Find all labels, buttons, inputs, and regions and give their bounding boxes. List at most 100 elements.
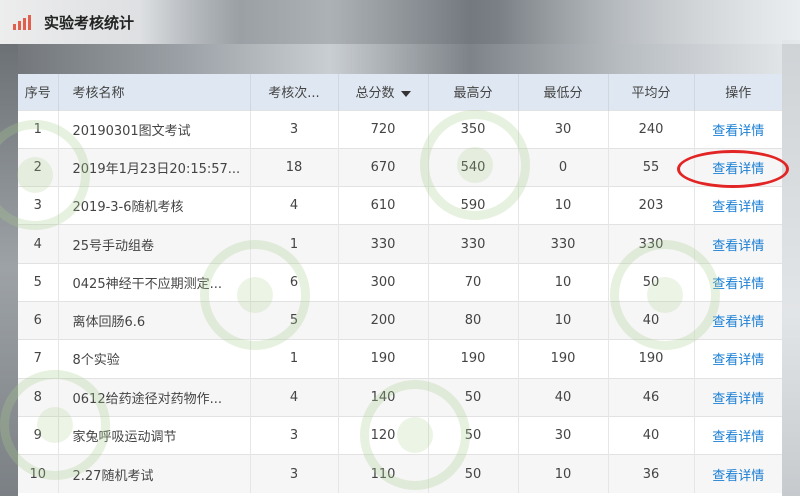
cell-max: 350 [428,110,519,149]
cell-total: 610 [338,186,429,225]
cell-total: 670 [338,148,429,187]
cell-max: 50 [428,378,519,417]
cell-max: 50 [428,416,519,455]
view-details-link[interactable]: 查看详情 [712,277,764,292]
cell-avg: 46 [608,378,695,417]
column-header-no[interactable]: 序号 [18,74,59,110]
cell-count: 4 [250,186,339,225]
page-title: 实验考核统计 [44,13,135,32]
view-details-link[interactable]: 查看详情 [712,239,764,254]
cell-name: 家兔呼吸运动调节 [58,416,251,455]
cell-name: 0612给药途径对药物作... [58,378,251,417]
view-details-link[interactable]: 查看详情 [712,469,764,484]
cell-avg: 240 [608,110,695,149]
table-row: 4 25号手动组卷 1 330 330 330 330 查看详情 [18,224,782,264]
cell-name: 2019年1月23日20:15:57... [58,148,251,187]
view-details-link[interactable]: 查看详情 [712,124,764,139]
cell-total: 300 [338,263,429,302]
page-header: 实验考核统计 [0,0,800,44]
column-header-avg[interactable]: 平均分 [608,74,695,110]
cell-count: 6 [250,263,339,302]
sort-desc-icon[interactable] [400,90,411,97]
bar-chart-icon [12,13,34,31]
cell-total: 110 [338,454,429,493]
cell-min: 10 [518,301,609,340]
cell-count: 1 [250,339,339,379]
cell-total: 200 [338,301,429,340]
cell-name: 0425神经干不应期测定... [58,263,251,302]
table-header-row: 序号 考核名称 考核次... 总分数 最高分 最低分 平均分 操作 [18,74,782,110]
column-header-total[interactable]: 总分数 [338,74,429,110]
cell-avg: 36 [608,454,695,493]
cell-no: 5 [18,263,59,302]
cell-action: 查看详情 [694,110,782,148]
cell-no: 3 [18,186,59,225]
cell-avg: 50 [608,263,695,302]
column-header-max[interactable]: 最高分 [428,74,519,110]
cell-total: 720 [338,110,429,149]
table-row: 9 家兔呼吸运动调节 3 120 50 30 40 查看详情 [18,416,782,455]
cell-action: 查看详情 [694,301,782,339]
table-row: 8 0612给药途径对药物作... 4 140 50 40 46 查看详情 [18,378,782,417]
cell-avg: 203 [608,186,695,225]
view-details-link[interactable]: 查看详情 [712,315,764,330]
view-details-link[interactable]: 查看详情 [712,162,764,177]
cell-min: 30 [518,110,609,149]
cell-no: 6 [18,301,59,340]
stats-table: 序号 考核名称 考核次... 总分数 最高分 最低分 平均分 操作 1 20190… [18,74,782,493]
cell-min: 10 [518,454,609,493]
cell-action: 查看详情 [694,340,782,378]
view-details-link[interactable]: 查看详情 [712,430,764,445]
cell-avg: 330 [608,224,695,264]
table-row: 6 离体回肠6.6 5 200 80 10 40 查看详情 [18,301,782,340]
cell-avg: 40 [608,301,695,340]
table-row: 7 8个实验 1 190 190 190 190 查看详情 [18,339,782,379]
cell-action: 查看详情 [694,148,782,186]
cell-action: 查看详情 [694,225,782,263]
cell-no: 9 [18,416,59,455]
cell-min: 30 [518,416,609,455]
cell-action: 查看详情 [694,187,782,225]
cell-max: 590 [428,186,519,225]
cell-name: 20190301图文考试 [58,110,251,149]
cell-min: 0 [518,148,609,187]
view-details-link[interactable]: 查看详情 [712,200,764,215]
column-header-min[interactable]: 最低分 [518,74,609,110]
cell-no: 4 [18,224,59,264]
view-details-link[interactable]: 查看详情 [712,353,764,368]
cell-name: 2.27随机考试 [58,454,251,493]
cell-count: 3 [250,454,339,493]
cell-total: 120 [338,416,429,455]
cell-min: 330 [518,224,609,264]
background-right-strip [782,40,800,496]
cell-max: 50 [428,454,519,493]
table-row: 2 2019年1月23日20:15:57... 18 670 540 0 55 查看详情 [18,148,782,187]
table-row: 1 20190301图文考试 3 720 350 30 240 查看详情 [18,110,782,149]
column-header-name[interactable]: 考核名称 [58,74,251,110]
cell-avg: 40 [608,416,695,455]
cell-action: 查看详情 [694,378,782,416]
cell-min: 10 [518,186,609,225]
cell-count: 1 [250,224,339,264]
cell-no: 10 [18,454,59,493]
cell-min: 10 [518,263,609,302]
cell-name: 25号手动组卷 [58,224,251,264]
cell-total: 140 [338,378,429,417]
cell-min: 190 [518,339,609,379]
cell-max: 540 [428,148,519,187]
cell-action: 查看详情 [694,455,782,493]
view-details-link[interactable]: 查看详情 [712,392,764,407]
column-header-action: 操作 [725,86,752,102]
cell-max: 190 [428,339,519,379]
cell-no: 2 [18,148,59,187]
cell-avg: 190 [608,339,695,379]
table-row: 10 2.27随机考试 3 110 50 10 36 查看详情 [18,454,782,493]
stats-table-container: 序号 考核名称 考核次... 总分数 最高分 最低分 平均分 操作 1 20190… [18,74,782,496]
cell-max: 330 [428,224,519,264]
cell-name: 2019-3-6随机考核 [58,186,251,225]
cell-count: 5 [250,301,339,340]
cell-no: 8 [18,378,59,417]
cell-min: 40 [518,378,609,417]
column-header-count[interactable]: 考核次... [250,74,339,110]
cell-no: 1 [18,110,59,149]
